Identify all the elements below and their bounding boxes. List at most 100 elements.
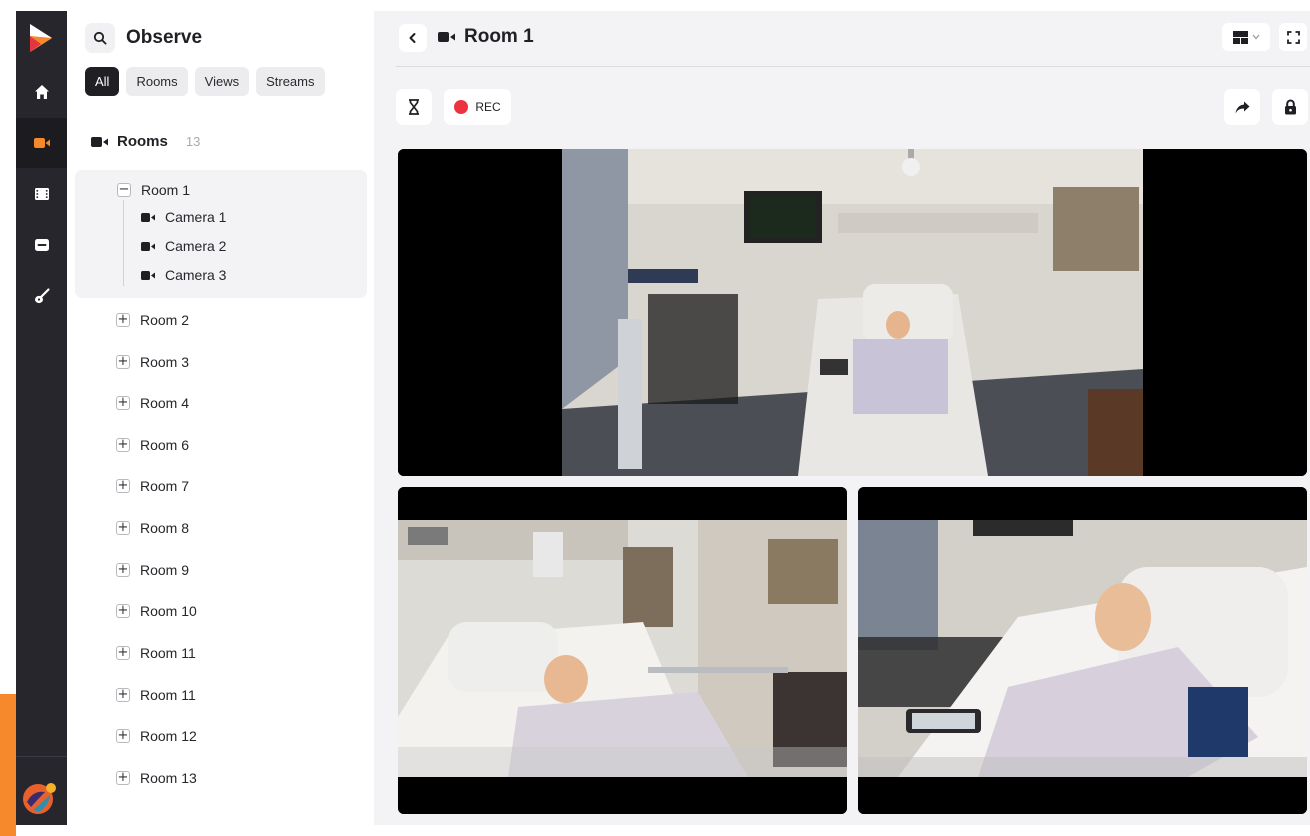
- expand-icon[interactable]: +: [116, 563, 130, 577]
- rail-tools[interactable]: [16, 271, 67, 321]
- room-label: Room 9: [140, 562, 190, 578]
- expand-icon[interactable]: +: [116, 355, 130, 369]
- room-row[interactable]: + Room 9: [116, 562, 189, 578]
- back-button[interactable]: [399, 24, 427, 52]
- camera-feed-image: [858, 487, 1307, 814]
- app-logo: [30, 24, 52, 52]
- sidebar-title: Observe: [126, 27, 203, 48]
- camera-label: Camera 1: [165, 209, 227, 225]
- back-icon: [409, 33, 416, 43]
- room-label: Room 1: [141, 182, 191, 198]
- camera-2-row[interactable]: Camera 2: [141, 238, 226, 254]
- observe-sidebar: Observe All Rooms Views Streams Rooms 13…: [67, 11, 374, 825]
- chevron-down-icon: [1252, 34, 1259, 40]
- room-1-row[interactable]: − Room 1: [117, 182, 190, 198]
- collapse-icon[interactable]: −: [117, 183, 131, 197]
- record-button[interactable]: REC: [444, 89, 511, 125]
- home-icon: [34, 85, 49, 99]
- inbox-icon: [34, 239, 49, 251]
- expand-icon[interactable]: +: [116, 729, 130, 743]
- camera-label: Camera 3: [165, 267, 227, 283]
- share-icon: [1235, 101, 1249, 113]
- hourglass-icon: [409, 99, 419, 115]
- room-row[interactable]: + Room 11: [116, 687, 196, 703]
- record-dot-icon: [454, 100, 469, 114]
- room-row[interactable]: + Room 4: [116, 395, 189, 411]
- rail-home[interactable]: [16, 67, 67, 117]
- rooms-section-header[interactable]: Rooms 13: [91, 133, 200, 150]
- camera-feed-3[interactable]: [858, 487, 1307, 814]
- expand-icon[interactable]: +: [116, 396, 130, 410]
- room-label: Room 7: [140, 478, 190, 494]
- filter-chips: All Rooms Views Streams: [85, 67, 325, 96]
- camera-1-row[interactable]: Camera 1: [141, 209, 226, 225]
- expand-icon[interactable]: +: [116, 479, 130, 493]
- brand-accent-bar: [0, 694, 16, 836]
- room-label: Room 13: [140, 770, 197, 786]
- filter-views[interactable]: Views: [194, 67, 250, 96]
- room-label: Room 11: [140, 687, 196, 703]
- expand-icon[interactable]: +: [116, 604, 130, 618]
- expand-icon[interactable]: +: [116, 688, 130, 702]
- room-label: Room 4: [140, 395, 190, 411]
- video-camera-icon: [91, 136, 108, 147]
- rooms-section-label: Rooms: [117, 133, 168, 150]
- nav-rail: [0, 11, 67, 836]
- room-label: Room 6: [140, 437, 190, 453]
- room-label: Room 12: [140, 728, 197, 744]
- tree-connector: [123, 200, 124, 286]
- video-camera-icon: [33, 138, 50, 148]
- search-button[interactable]: [85, 23, 115, 53]
- view-title-group: Room 1: [438, 26, 534, 48]
- room-row[interactable]: + Room 6: [116, 437, 189, 453]
- video-camera-icon: [141, 212, 155, 222]
- expand-icon[interactable]: +: [116, 438, 130, 452]
- room-row[interactable]: + Room 12: [116, 728, 197, 744]
- room-label: Room 8: [140, 520, 190, 536]
- layout-selector[interactable]: [1222, 23, 1270, 51]
- room-label: Room 3: [140, 354, 190, 370]
- filter-all[interactable]: All: [85, 67, 120, 96]
- expand-icon[interactable]: +: [116, 646, 130, 660]
- rail-divider: [16, 756, 67, 757]
- camera-feed-image: [398, 149, 1307, 476]
- timer-button[interactable]: [396, 89, 432, 125]
- camera-view-panel: Room 1 REC: [374, 11, 1310, 825]
- view-header: Room 1: [396, 11, 1310, 67]
- expand-icon[interactable]: +: [116, 771, 130, 785]
- video-camera-icon: [141, 270, 155, 280]
- room-label: Room 11: [140, 645, 196, 661]
- share-button[interactable]: [1224, 89, 1260, 125]
- camera-3-row[interactable]: Camera 3: [141, 267, 226, 283]
- lock-button[interactable]: [1272, 89, 1308, 125]
- room-row[interactable]: + Room 11: [116, 645, 196, 661]
- guitar-icon: [34, 288, 50, 304]
- room-label: Room 10: [140, 603, 197, 619]
- search-icon: [93, 31, 107, 45]
- filter-streams[interactable]: Streams: [256, 67, 325, 96]
- room-row[interactable]: + Room 2: [116, 312, 189, 328]
- camera-label: Camera 2: [165, 238, 227, 254]
- video-camera-icon: [141, 241, 155, 251]
- expand-icon[interactable]: +: [116, 521, 130, 535]
- room-row[interactable]: + Room 10: [116, 603, 197, 619]
- rail-observe[interactable]: [16, 118, 67, 168]
- room-label: Room 2: [140, 312, 190, 328]
- rail-inbox[interactable]: [16, 220, 67, 270]
- room-group-expanded: − Room 1 Camera 1 Camera 2 Camera 3: [75, 170, 367, 298]
- record-label: REC: [475, 100, 501, 114]
- room-row[interactable]: + Room 13: [116, 770, 197, 786]
- room-row[interactable]: + Room 7: [116, 478, 189, 494]
- fullscreen-button[interactable]: [1279, 23, 1307, 51]
- camera-feed-image: [398, 487, 847, 814]
- camera-feed-main[interactable]: [398, 149, 1307, 476]
- expand-icon[interactable]: +: [116, 313, 130, 327]
- video-camera-icon: [438, 32, 455, 42]
- room-row[interactable]: + Room 3: [116, 354, 189, 370]
- rooms-count: 13: [185, 134, 201, 149]
- room-row[interactable]: + Room 8: [116, 520, 189, 536]
- filter-rooms[interactable]: Rooms: [126, 67, 188, 96]
- rail-recordings[interactable]: [16, 169, 67, 219]
- camera-feed-2[interactable]: [398, 487, 847, 814]
- user-avatar[interactable]: [21, 780, 57, 816]
